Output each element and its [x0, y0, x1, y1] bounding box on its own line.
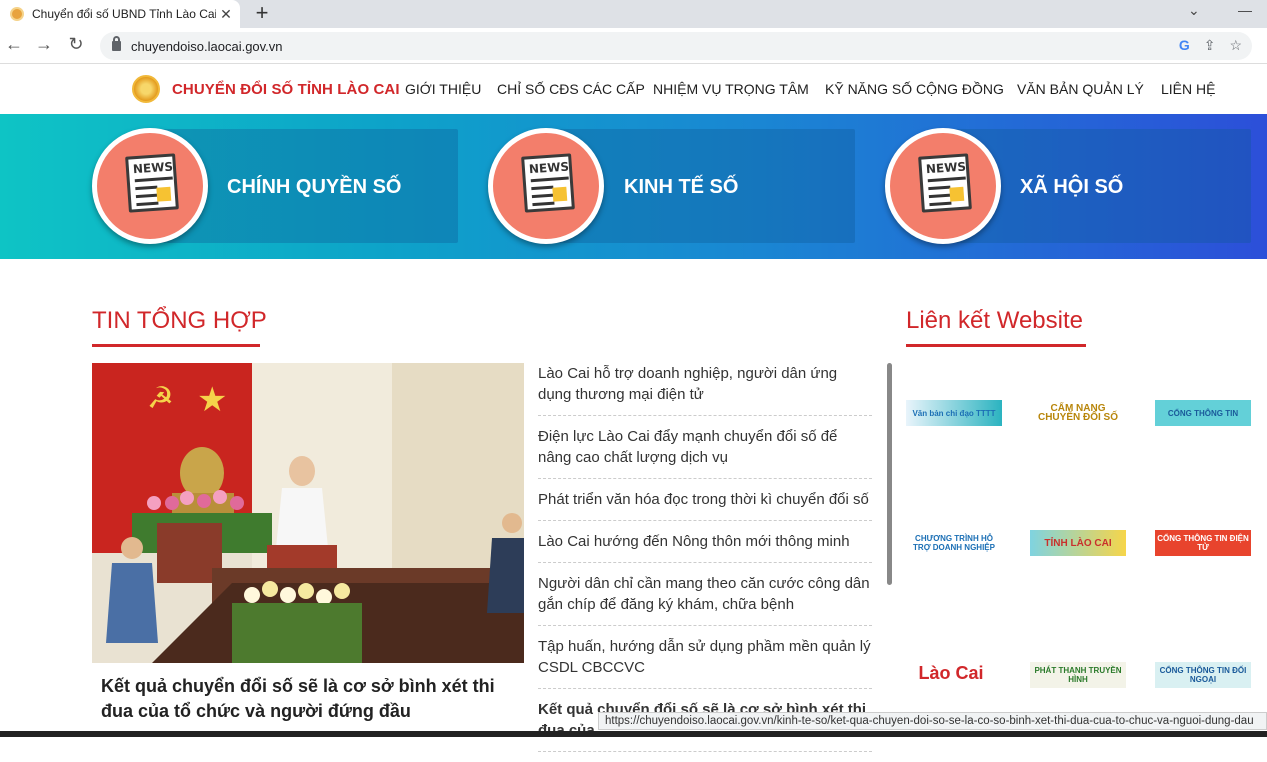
address-bar[interactable]: chuyendoiso.laocai.gov.vn G ⇪ ☆ [100, 32, 1252, 60]
brand-title[interactable]: CHUYỂN ĐỔI SỐ TỈNH LÀO CAI [172, 81, 400, 98]
news-list-item[interactable]: Điện lực Lào Cai đẩy mạnh chuyển đổi số … [538, 426, 872, 479]
link-logo-7[interactable]: Lào Cai [910, 658, 992, 688]
bookmark-star-icon[interactable]: ☆ [1229, 37, 1242, 54]
link-logo-8[interactable]: PHÁT THANH TRUYỀN HÌNH [1030, 662, 1126, 688]
link-logo-1[interactable]: Văn bản chỉ đạo TTTT [906, 400, 1002, 426]
close-tab-icon[interactable]: ✕ [216, 6, 236, 23]
category-banner: NEWS CHÍNH QUYỀN SỐ NEWS KINH TẾ SỐ NEWS [0, 114, 1267, 259]
news-icon-text: NEWS [528, 159, 570, 177]
card-label-kinh-te-so[interactable]: KINH TẾ SỐ [624, 176, 738, 199]
news-list-scrollbar[interactable] [887, 363, 892, 585]
nav-item-nhiem-vu[interactable]: NHIỆM VỤ TRỌNG TÂM [653, 81, 809, 97]
section-title-tin-tong-hop: TIN TỔNG HỢP [92, 307, 267, 334]
news-list: Lào Cai hỗ trợ doanh nghiệp, người dân ứ… [538, 363, 872, 762]
section-title-lien-ket: Liên kết Website [906, 307, 1083, 334]
link-logo-5[interactable]: TỈNH LÀO CAI [1030, 530, 1126, 556]
tab-title: Chuyển đổi số UBND Tỉnh Lào Cai [32, 7, 216, 21]
nav-item-chi-so[interactable]: CHỈ SỐ CĐS CÁC CẤP [497, 81, 645, 97]
url-text: chuyendoiso.laocai.gov.vn [131, 38, 283, 54]
nav-item-gioi-thieu[interactable]: GIỚI THIỆU [405, 81, 481, 97]
news-list-item[interactable]: Tập huấn, hướng dẫn sử dụng phầm mền quả… [538, 636, 872, 689]
feature-news-title[interactable]: Kết quả chuyển đổi số sẽ là cơ sở bình x… [101, 674, 521, 724]
browser-tabstrip: Chuyển đổi số UBND Tỉnh Lào Cai ✕ + ⌄ — [0, 0, 1267, 28]
share-icon[interactable]: ⇪ [1204, 37, 1216, 54]
link-logo-3[interactable]: CỔNG THÔNG TIN [1155, 400, 1251, 426]
link-logo-2[interactable]: CẨM NANG CHUYỂN ĐỔI SỐ [1030, 400, 1126, 426]
link-status-bar: https://chuyendoiso.laocai.gov.vn/kinh-t… [598, 712, 1267, 730]
site-logo[interactable] [132, 75, 160, 103]
news-icon[interactable]: NEWS [885, 128, 1001, 244]
link-logo-6[interactable]: CỔNG THÔNG TIN ĐIỆN TỬ [1155, 530, 1251, 556]
minimize-icon[interactable]: — [1238, 2, 1252, 18]
nav-item-ky-nang[interactable]: KỸ NĂNG SỐ CỘNG ĐỒNG [825, 81, 1004, 97]
link-logo-9[interactable]: CỔNG THÔNG TIN ĐỐI NGOẠI [1155, 662, 1251, 688]
nav-item-lien-he[interactable]: LIÊN HỆ [1161, 81, 1215, 97]
back-arrow-icon[interactable]: ← [2, 34, 26, 55]
section-underline [906, 344, 1086, 347]
svg-text:☭: ☭ [147, 381, 174, 416]
browser-toolbar: ← → ↻ chuyendoiso.laocai.gov.vn G ⇪ ☆ [0, 28, 1267, 64]
section-underline [92, 344, 260, 347]
card-label-chinh-quyen-so[interactable]: CHÍNH QUYỀN SỐ [227, 176, 401, 199]
forward-arrow-icon[interactable]: → [32, 34, 56, 55]
taskbar-edge [0, 731, 1267, 737]
news-list-item[interactable]: Người dân chỉ cần mang theo căn cước côn… [538, 573, 872, 626]
news-list-item[interactable]: Lào Cai hỗ trợ doanh nghiệp, người dân ứ… [538, 363, 872, 416]
news-icon[interactable]: NEWS [92, 128, 208, 244]
link-logo-4[interactable]: CHƯƠNG TRÌNH HỖ TRỢ DOANH NGHIỆP [906, 530, 1002, 556]
card-label-xa-hoi-so[interactable]: XÃ HỘI SỐ [1020, 176, 1123, 199]
news-list-item[interactable]: Phát triển văn hóa đọc trong thời kì chu… [538, 489, 872, 521]
news-list-item[interactable]: Lào Cai hướng đến Nông thôn mới thông mi… [538, 531, 872, 563]
browser-tab[interactable]: Chuyển đổi số UBND Tỉnh Lào Cai ✕ [0, 0, 240, 28]
site-header: CHUYỂN ĐỔI SỐ TỈNH LÀO CAI GIỚI THIỆU CH… [0, 64, 1267, 114]
new-tab-button[interactable]: + [250, 0, 274, 28]
news-icon-text: NEWS [132, 159, 174, 177]
google-icon[interactable]: G [1179, 37, 1190, 54]
news-icon-text: NEWS [925, 159, 967, 177]
svg-text:★: ★ [197, 380, 227, 420]
chevron-down-icon[interactable]: ⌄ [1188, 2, 1200, 19]
site-favicon-icon [10, 7, 24, 21]
feature-news-image[interactable]: ☭ ★ [92, 363, 524, 663]
reload-icon[interactable]: ↻ [64, 34, 88, 55]
news-icon[interactable]: NEWS [488, 128, 604, 244]
nav-item-van-ban[interactable]: VĂN BẢN QUẢN LÝ [1017, 81, 1144, 97]
lock-icon [112, 36, 121, 51]
